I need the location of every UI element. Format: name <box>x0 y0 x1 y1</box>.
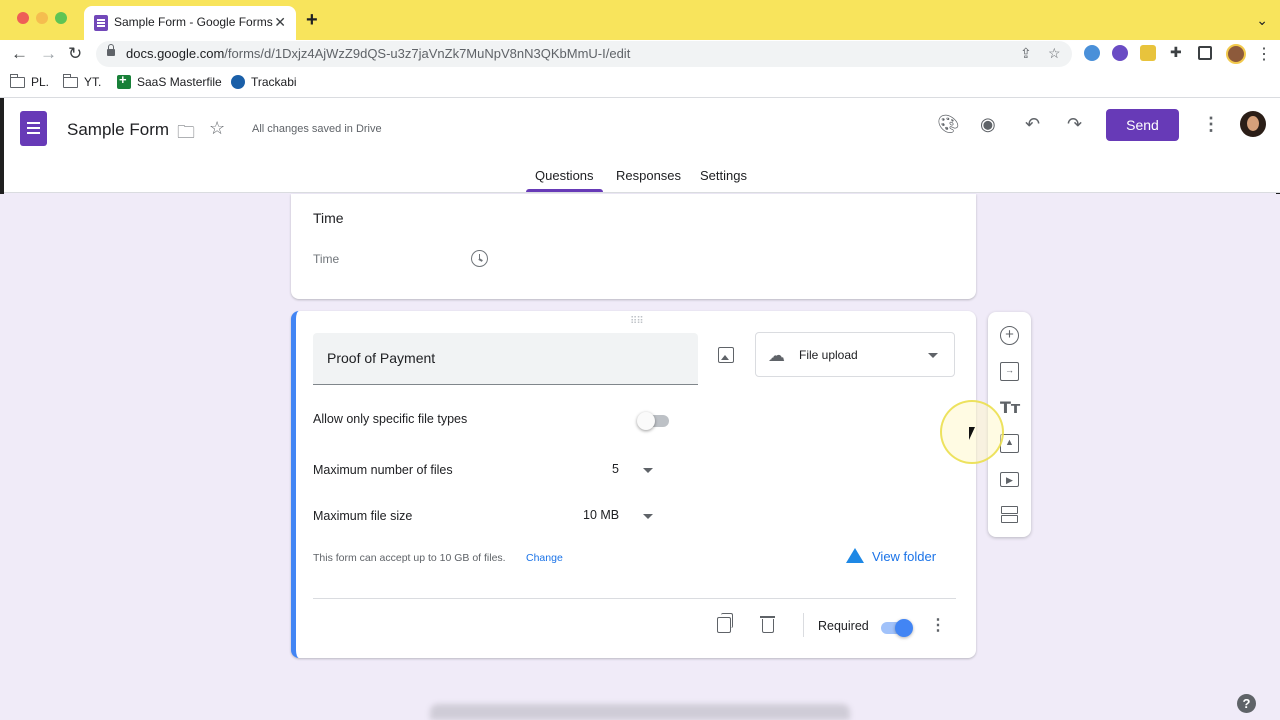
form-title[interactable]: Sample Form <box>67 120 169 140</box>
move-to-folder-icon[interactable]: 🗀 <box>177 120 195 150</box>
star-icon[interactable]: ☆ <box>209 118 225 139</box>
new-tab-button[interactable]: + <box>306 8 318 32</box>
max-size-label: Maximum file size <box>313 509 413 523</box>
side-panel-icon[interactable] <box>1198 46 1212 60</box>
back-arrow-icon[interactable]: ← <box>11 43 28 65</box>
bookmark-pl[interactable]: PL. <box>9 73 50 89</box>
question-title: Time <box>313 210 344 226</box>
bookmark-label: Trackabi <box>251 75 297 89</box>
profile-avatar[interactable] <box>1226 44 1246 64</box>
close-tab-icon[interactable]: ✕ <box>274 13 286 31</box>
browser-toolbar: ← → ↻ docs.google.com/forms/d/1Dxjz4AjWz… <box>0 40 1280 68</box>
bookmark-star-icon[interactable]: ☆ <box>1048 45 1061 62</box>
url-text[interactable]: docs.google.com/forms/d/1Dxjz4AjWzZ9dQS-… <box>126 46 630 61</box>
reload-icon[interactable]: ↻ <box>68 43 82 65</box>
more-options-icon[interactable]: ⋮ <box>1202 114 1220 135</box>
save-status: All changes saved in Drive <box>252 123 382 135</box>
extensions-puzzle-icon[interactable]: ✚ <box>1170 44 1182 61</box>
caret-down-icon <box>928 353 938 358</box>
forward-arrow-icon[interactable]: → <box>40 43 57 65</box>
tab-settings[interactable]: Settings <box>700 168 747 183</box>
google-forms-logo-icon[interactable] <box>20 111 47 146</box>
add-title-icon[interactable]: Tт <box>1000 398 1020 417</box>
upload-capacity-note: This form can accept up to 10 GB of file… <box>313 552 506 564</box>
add-question-icon[interactable]: + <box>1000 326 1019 345</box>
drag-handle-icon[interactable]: ⠿⠿ <box>630 316 644 327</box>
max-files-caret-icon[interactable] <box>643 468 653 473</box>
forms-favicon-icon <box>94 15 108 31</box>
undo-icon[interactable]: ↶ <box>1025 114 1040 135</box>
share-icon[interactable]: ⇪ <box>1020 45 1032 62</box>
browser-tab-title: Sample Form - Google Forms <box>114 15 273 29</box>
maximize-window-button[interactable] <box>55 12 67 24</box>
max-files-value[interactable]: 5 <box>612 462 619 476</box>
required-label: Required <box>818 619 869 633</box>
extension-1-icon[interactable] <box>1084 45 1100 61</box>
tab-search-chevron-icon[interactable]: ⌄ <box>1256 12 1268 29</box>
sheets-icon <box>117 72 131 89</box>
view-folder-link[interactable]: View folder <box>872 549 936 564</box>
bottom-card-shadow <box>430 704 850 720</box>
folder-icon <box>9 73 25 88</box>
form-editor-canvas: Time Time ⠿⠿ Proof of Payment ☁ File upl… <box>0 194 1280 720</box>
extension-2-icon[interactable] <box>1112 45 1128 61</box>
question-title-input[interactable]: Proof of Payment <box>313 333 698 385</box>
bookmark-label: PL. <box>31 75 50 89</box>
redo-icon[interactable]: ↷ <box>1067 114 1082 135</box>
time-answer-placeholder: Time <box>313 252 340 266</box>
duplicate-icon[interactable] <box>717 613 733 633</box>
mouse-cursor-icon <box>969 427 975 440</box>
folder-icon <box>62 73 78 88</box>
import-questions-icon[interactable]: → <box>1000 362 1019 381</box>
question-more-options-icon[interactable]: ⋮ <box>930 615 946 635</box>
minimize-window-button[interactable] <box>36 12 48 24</box>
url-host: docs.google.com <box>126 46 225 61</box>
address-bar[interactable]: docs.google.com/forms/d/1Dxjz4AjWzZ9dQS-… <box>96 41 1072 67</box>
lock-icon[interactable] <box>107 44 115 56</box>
max-size-caret-icon[interactable] <box>643 514 653 519</box>
browser-tab-strip: Sample Form - Google Forms ✕ + ⌄ <box>0 0 1280 40</box>
bookmark-yt[interactable]: YT. <box>62 73 102 89</box>
allow-specific-types-toggle[interactable] <box>637 412 669 430</box>
trackabi-icon <box>231 75 245 89</box>
bookmark-trackabi[interactable]: Trackabi <box>231 75 297 89</box>
google-drive-icon[interactable] <box>846 548 864 563</box>
max-size-value[interactable]: 10 MB <box>583 508 619 522</box>
extension-3-icon[interactable] <box>1140 45 1156 61</box>
bookmarks-bar: PL. YT. SaaS Masterfile Trackabi <box>0 68 1280 98</box>
delete-trash-icon[interactable] <box>760 616 775 633</box>
tab-questions[interactable]: Questions <box>526 168 603 192</box>
send-button[interactable]: Send <box>1106 109 1179 141</box>
time-question-card[interactable]: Time Time <box>291 194 976 299</box>
question-type-label: File upload <box>799 348 858 362</box>
clock-icon <box>471 250 488 267</box>
cloud-upload-icon: ☁ <box>768 346 785 365</box>
forms-header: Sample Form 🗀 ☆ All changes saved in Dri… <box>4 98 1280 193</box>
file-upload-question-card[interactable]: ⠿⠿ Proof of Payment ☁ File upload Allow … <box>291 311 976 658</box>
question-title-text: Proof of Payment <box>327 350 436 366</box>
close-window-button[interactable] <box>17 12 29 24</box>
max-files-label: Maximum number of files <box>313 463 453 477</box>
allow-specific-types-label: Allow only specific file types <box>313 412 468 426</box>
bookmark-label: SaaS Masterfile <box>137 75 222 89</box>
bookmark-saas-masterfile[interactable]: SaaS Masterfile <box>117 72 222 89</box>
account-avatar[interactable] <box>1240 111 1266 137</box>
required-toggle[interactable] <box>881 619 913 637</box>
browser-tab[interactable]: Sample Form - Google Forms ✕ <box>84 6 296 40</box>
add-image-icon[interactable] <box>718 347 734 363</box>
card-footer-divider <box>313 598 956 599</box>
question-type-dropdown[interactable]: ☁ File upload <box>755 332 955 377</box>
add-section-icon[interactable] <box>1000 504 1019 523</box>
bookmark-label: YT. <box>84 75 102 89</box>
preview-eye-icon[interactable]: ◉ <box>980 114 996 135</box>
browser-menu-icon[interactable]: ⋮ <box>1256 44 1272 64</box>
help-icon[interactable]: ? <box>1237 694 1256 713</box>
url-path: /forms/d/1Dxjz4AjWzZ9dQS-u3z7jaVnZk7MuNp… <box>224 46 631 61</box>
form-tabs: Questions Responses Settings <box>4 168 1280 193</box>
tab-responses[interactable]: Responses <box>616 168 681 183</box>
change-link[interactable]: Change <box>526 552 563 564</box>
customize-theme-palette-icon[interactable]: 🎨︎ <box>937 114 960 135</box>
add-video-icon[interactable]: ▶ <box>1000 472 1019 487</box>
footer-vertical-divider <box>803 613 804 637</box>
